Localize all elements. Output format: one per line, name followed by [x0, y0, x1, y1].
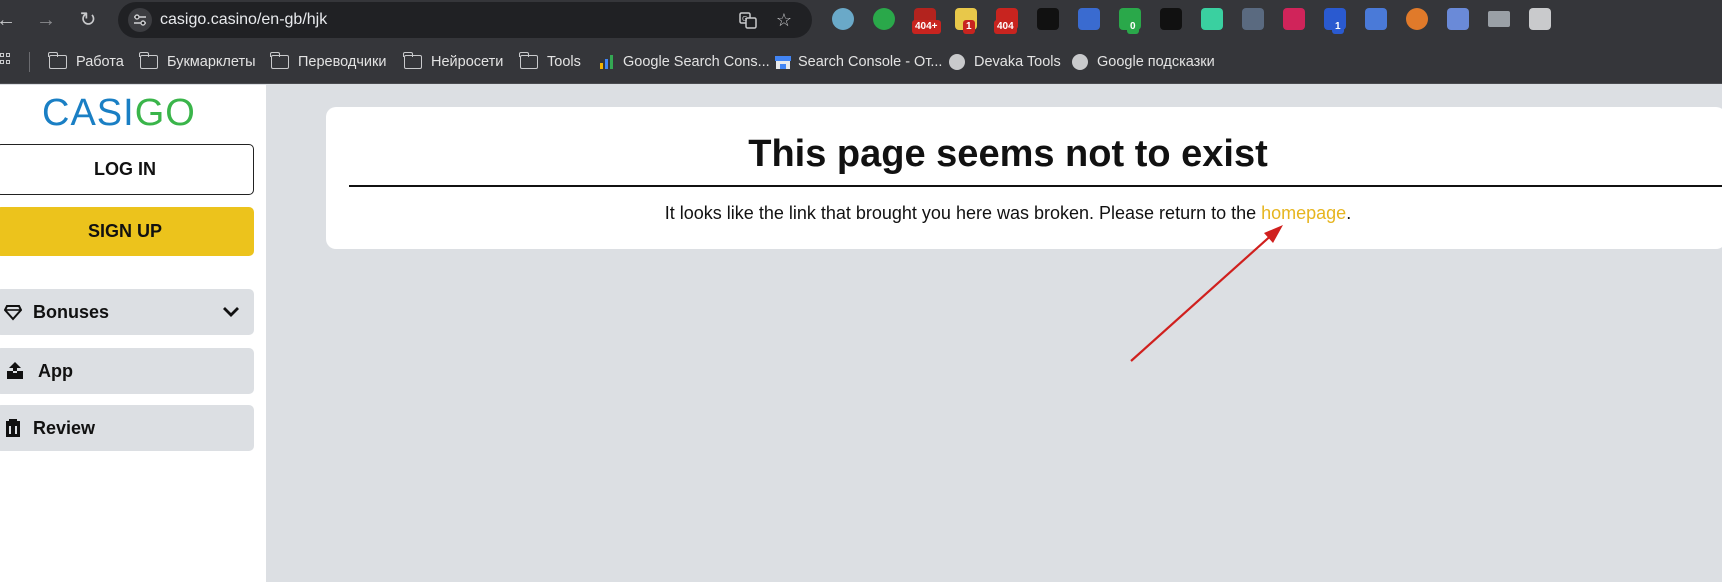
ext-pk-icon[interactable]	[1201, 8, 1223, 30]
store-icon	[775, 56, 791, 69]
extension-badge: 1	[1332, 20, 1344, 34]
bookmark-label: Google подсказки	[1097, 54, 1215, 70]
bookmark-search-console-other[interactable]: Search Console - От...	[774, 52, 942, 72]
forward-icon[interactable]: →	[34, 8, 58, 32]
bookmark-star-icon[interactable]: ☆	[774, 10, 794, 30]
signup-button[interactable]: SIGN UP	[0, 207, 254, 256]
bookmark-label: Devaka Tools	[974, 54, 1061, 70]
menu-item-label: App	[38, 361, 73, 381]
ext-shield-u-icon[interactable]	[1283, 8, 1305, 30]
chevron-down-icon[interactable]	[222, 301, 240, 321]
bookmark-label: Переводчики	[298, 54, 387, 70]
menu-item-app[interactable]: App	[0, 348, 254, 394]
bookmark-google-search-console[interactable]: Google Search Cons...	[598, 52, 770, 72]
ext-mouse-icon[interactable]	[1242, 8, 1264, 30]
ext-mask-icon[interactable]	[1037, 8, 1059, 30]
ext-eyes-icon[interactable]	[1160, 8, 1182, 30]
bookmark-label: Search Console - От...	[798, 54, 943, 70]
extension-badge: 404	[994, 20, 1017, 34]
bookmark-translators[interactable]: Переводчики	[270, 52, 387, 72]
sidebar: CASI GO LOG IN SIGN UP Bonuses App Review	[0, 85, 266, 582]
url-text[interactable]: casigo.casino/en-gb/hjk	[160, 11, 327, 29]
bookmark-bookmarklets[interactable]: Букмарклеты	[139, 52, 256, 72]
bookmark-label: Букмарклеты	[167, 54, 256, 70]
bookmark-neural-nets[interactable]: Нейросети	[403, 52, 504, 72]
reload-icon[interactable]: ↻	[76, 8, 100, 32]
bookmarks-divider	[29, 52, 30, 72]
logo-text-casi: CASI	[42, 91, 135, 134]
bookmark-label: Работа	[76, 54, 124, 70]
casigo-logo[interactable]: CASI GO	[42, 92, 196, 134]
globe-icon	[1072, 54, 1088, 70]
globe-icon	[949, 54, 965, 70]
error-message: It looks like the link that brought you …	[326, 203, 1690, 224]
browser-toolbar: ← → ↻ casigo.casino/en-gb/hjk G ☆ 404+ 1 4…	[0, 0, 1722, 40]
logo-text-go: GO	[134, 91, 196, 134]
bookmark-rabota[interactable]: Работа	[48, 52, 124, 72]
ext-hex-icon[interactable]	[832, 8, 854, 30]
homepage-link[interactable]: homepage	[1261, 203, 1346, 223]
bookmark-devaka-tools[interactable]: Devaka Tools	[949, 52, 1061, 72]
diamond-icon	[4, 305, 22, 321]
ext-link-icon[interactable]	[1447, 8, 1469, 30]
menu-item-label: Review	[33, 418, 96, 438]
login-button[interactable]: LOG IN	[0, 144, 254, 195]
ext-magnet-icon[interactable]	[1078, 8, 1100, 30]
search-console-icon	[600, 55, 613, 69]
extension-badge: 0	[1127, 20, 1139, 34]
ext-colorwheel-icon[interactable]	[1406, 8, 1428, 30]
back-icon[interactable]: ←	[0, 8, 18, 32]
title-divider	[349, 185, 1722, 187]
menu-item-label: Bonuses	[33, 302, 110, 322]
bookmark-tools[interactable]: Tools	[519, 52, 581, 72]
address-bar[interactable]: casigo.casino/en-gb/hjk G ☆	[118, 2, 812, 38]
error-message-text: It looks like the link that brought you …	[664, 203, 1262, 223]
apps-icon[interactable]	[0, 53, 12, 71]
menu-item-bonuses[interactable]: Bonuses	[0, 289, 254, 335]
bookmark-label: Нейросети	[431, 54, 504, 70]
ext-green-chart-icon[interactable]	[873, 8, 895, 30]
translate-icon[interactable]: G	[738, 10, 758, 30]
bookmark-google-suggestions[interactable]: Google подсказки	[1072, 52, 1215, 72]
folder-icon	[270, 52, 289, 69]
extension-badge: 1	[963, 20, 975, 34]
page-title: This page seems not to exist	[748, 133, 1268, 175]
folder-icon	[403, 52, 422, 69]
site-info-icon[interactable]	[128, 8, 152, 32]
bookmark-label: Tools	[547, 54, 581, 70]
folder-icon	[139, 52, 158, 69]
svg-text:G: G	[742, 15, 747, 23]
menu-item-review[interactable]: Review	[0, 405, 254, 451]
ext-puzzle-icon[interactable]	[1529, 8, 1551, 30]
clipboard-icon	[6, 419, 20, 437]
bookmark-label: Google Search Cons...	[623, 54, 770, 70]
upload-icon	[7, 362, 23, 379]
error-card: This page seems not to exist It looks li…	[326, 107, 1722, 249]
folder-icon	[519, 52, 538, 69]
bookmarks-bar: Работа Букмарклеты Переводчики Нейросети…	[0, 40, 1722, 84]
ext-undo-icon[interactable]	[1365, 8, 1387, 30]
folder-icon	[48, 52, 67, 69]
extension-badge: 404+	[912, 20, 941, 34]
ext-mail-icon[interactable]	[1488, 11, 1510, 27]
error-message-period: .	[1346, 203, 1352, 223]
